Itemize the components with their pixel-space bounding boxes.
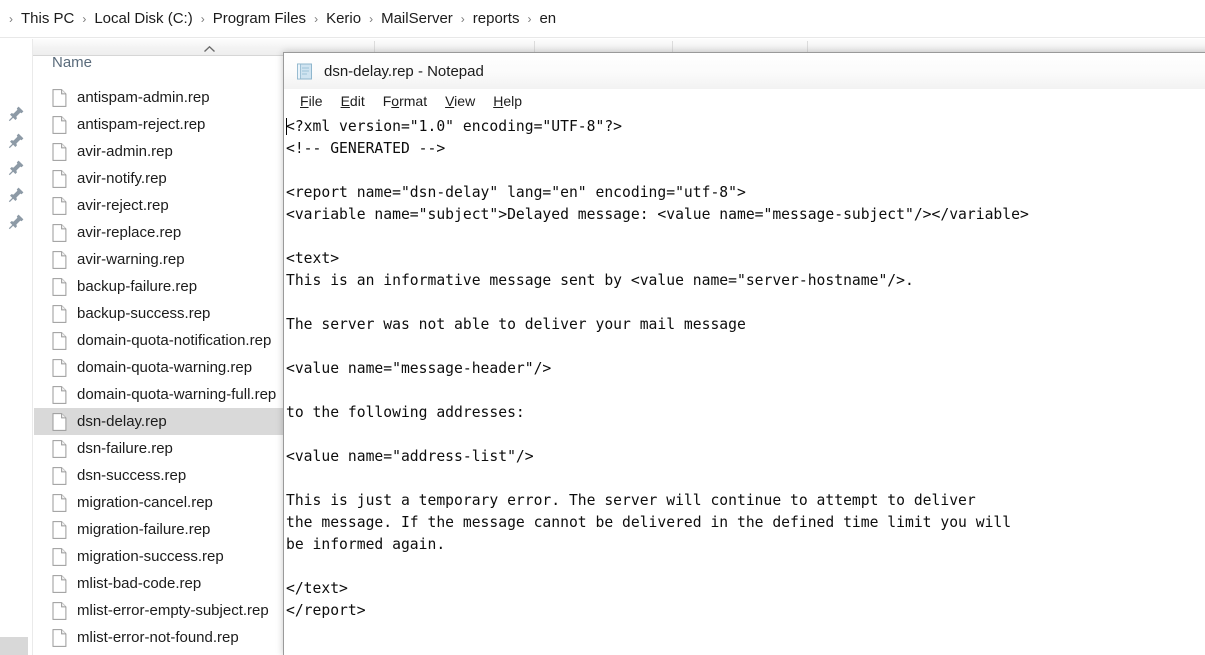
breadcrumb-item-local-disk[interactable]: Local Disk (C:)	[89, 8, 197, 29]
file-icon	[52, 412, 67, 431]
file-name-label: antispam-admin.rep	[77, 89, 210, 106]
screen: › This PC › Local Disk (C:) › Program Fi…	[0, 0, 1205, 655]
file-name-label: avir-notify.rep	[77, 170, 167, 187]
file-name-label: mlist-error-empty-subject.rep	[77, 602, 269, 619]
file-icon	[52, 250, 67, 269]
file-name-label: migration-success.rep	[77, 548, 224, 565]
pin-icon[interactable]	[8, 213, 25, 230]
pin-icon[interactable]	[8, 105, 25, 122]
file-name-label: dsn-failure.rep	[77, 440, 173, 457]
column-header-name[interactable]: Name	[52, 54, 92, 71]
file-name-label: avir-reject.rep	[77, 197, 169, 214]
breadcrumb-separator-5: ›	[460, 11, 465, 26]
navigation-rail	[0, 39, 33, 655]
file-icon	[52, 601, 67, 620]
file-icon	[52, 493, 67, 512]
breadcrumb-item-mailserver[interactable]: MailServer	[376, 8, 458, 29]
file-icon	[52, 439, 67, 458]
file-icon	[52, 385, 67, 404]
file-name-label: mlist-bad-code.rep	[77, 575, 202, 592]
notepad-title-text: dsn-delay.rep - Notepad	[324, 62, 484, 80]
address-bar[interactable]: › This PC › Local Disk (C:) › Program Fi…	[0, 0, 1205, 38]
breadcrumb-item-this-pc[interactable]: This PC	[16, 8, 79, 29]
file-name-label: avir-admin.rep	[77, 143, 173, 160]
file-name-label: migration-failure.rep	[77, 521, 211, 538]
file-name-label: avir-replace.rep	[77, 224, 182, 241]
breadcrumb-separator-0: ›	[9, 11, 13, 26]
breadcrumb-item-en[interactable]: en	[534, 8, 561, 29]
file-name-label: domain-quota-warning-full.rep	[77, 386, 277, 403]
sort-ascending-icon	[203, 43, 216, 56]
file-name-label: dsn-delay.rep	[77, 413, 167, 430]
file-icon	[52, 196, 67, 215]
pin-icon[interactable]	[8, 132, 25, 149]
scrollbar-thumb[interactable]	[0, 637, 28, 655]
notepad-menu-file[interactable]: File	[291, 91, 332, 111]
file-name-label: domain-quota-warning.rep	[77, 359, 253, 376]
breadcrumb-separator-1: ›	[82, 11, 87, 26]
notepad-window: dsn-delay.rep - Notepad File Edit Format Vi…	[283, 52, 1205, 655]
file-icon	[52, 358, 67, 377]
breadcrumb-item-program-files[interactable]: Program Files	[208, 8, 311, 29]
file-icon	[52, 88, 67, 107]
file-icon	[52, 115, 67, 134]
file-icon	[52, 304, 67, 323]
file-name-label: antispam-reject.rep	[77, 116, 206, 133]
file-name-label: dsn-success.rep	[77, 467, 187, 484]
file-name-label: backup-success.rep	[77, 305, 211, 322]
notepad-menu-edit[interactable]: Edit	[332, 91, 374, 111]
file-icon	[52, 547, 67, 566]
breadcrumb-item-reports[interactable]: reports	[468, 8, 525, 29]
file-icon	[52, 277, 67, 296]
breadcrumb-separator-4: ›	[369, 11, 374, 26]
notepad-menu-help[interactable]: Help	[484, 91, 531, 111]
notepad-icon	[295, 62, 314, 81]
notepad-menu-format[interactable]: Format	[374, 91, 436, 111]
notepad-menu-view[interactable]: View	[436, 91, 484, 111]
file-name-label: domain-quota-notification.rep	[77, 332, 272, 349]
file-name-label: mlist-error-not-found.rep	[77, 629, 239, 646]
file-icon	[52, 628, 67, 647]
file-name-label: backup-failure.rep	[77, 278, 198, 295]
file-name-label: migration-cancel.rep	[77, 494, 213, 511]
breadcrumb-separator-6: ›	[527, 11, 532, 26]
file-icon	[52, 331, 67, 350]
notepad-content[interactable]: <?xml version="1.0" encoding="UTF-8"?> <…	[286, 116, 1205, 622]
breadcrumb-item-kerio[interactable]: Kerio	[321, 8, 366, 29]
file-icon	[52, 169, 67, 188]
notepad-text-area[interactable]: <?xml version="1.0" encoding="UTF-8"?> <…	[284, 114, 1205, 655]
pin-icon[interactable]	[8, 159, 25, 176]
file-icon	[52, 574, 67, 593]
breadcrumb-separator-3: ›	[314, 11, 319, 26]
pin-icon[interactable]	[8, 186, 25, 203]
breadcrumb-separator-2: ›	[200, 11, 205, 26]
file-name-label: avir-warning.rep	[77, 251, 185, 268]
file-icon	[52, 142, 67, 161]
notepad-menu-bar[interactable]: File Edit Format View Help	[284, 89, 1205, 114]
file-icon	[52, 466, 67, 485]
text-caret	[286, 118, 287, 135]
file-icon	[52, 223, 67, 242]
notepad-title-bar[interactable]: dsn-delay.rep - Notepad	[284, 53, 1205, 89]
file-icon	[52, 520, 67, 539]
